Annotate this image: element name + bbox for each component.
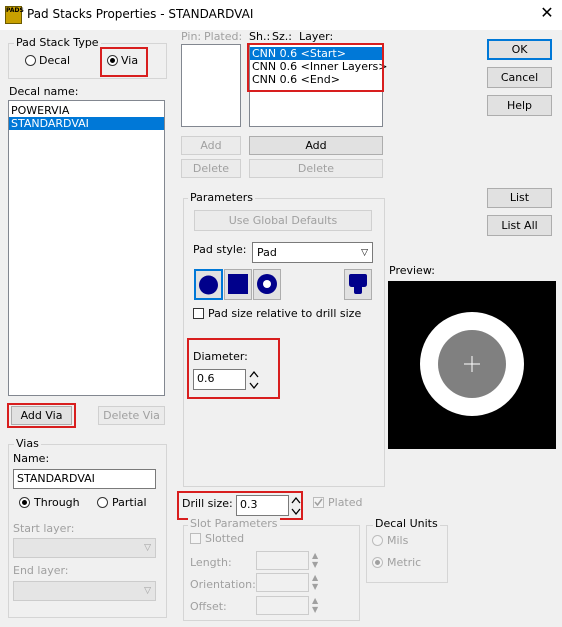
pads-app-icon: PADS — [5, 6, 24, 24]
layer-add-button[interactable]: Add — [249, 136, 383, 155]
pad-style-label: Pad style: — [193, 243, 247, 256]
offset-spinner[interactable]: ▲ ▼ — [312, 596, 318, 614]
start-layer-select[interactable]: ▽ — [13, 538, 156, 558]
pin-list[interactable] — [181, 44, 241, 127]
diameter-spinner[interactable] — [249, 369, 259, 391]
pad-preview-icon — [420, 312, 524, 416]
chevron-down-icon: ▽ — [144, 543, 151, 553]
square-pad-icon — [228, 274, 248, 294]
decal-units-label: Decal Units — [373, 517, 440, 530]
via-name-label: Name: — [13, 452, 50, 465]
help-button[interactable]: Help — [487, 95, 552, 116]
add-via-button[interactable]: Add Via — [11, 406, 72, 425]
length-label: Length: — [190, 556, 232, 569]
preview-label: Preview: — [389, 264, 435, 277]
chevron-down-icon: ▽ — [144, 586, 151, 596]
pad-size-relative-label[interactable]: Pad size relative to drill size — [208, 307, 361, 320]
partial-radio[interactable] — [97, 497, 108, 508]
orientation-field[interactable] — [256, 573, 309, 592]
decal-list-item[interactable]: POWERVIA — [9, 104, 164, 117]
decal-radio[interactable] — [25, 55, 36, 66]
list-all-button[interactable]: List All — [487, 215, 552, 236]
plated-header: Plated: — [204, 30, 243, 43]
layers-highlight-box — [247, 43, 384, 92]
diameter-label: Diameter: — [193, 350, 248, 363]
via-radio-label[interactable]: Via — [121, 54, 138, 67]
annular-pad-icon — [257, 274, 277, 294]
annular-pad-button[interactable] — [253, 269, 281, 300]
decal-name-list[interactable]: POWERVIA STANDARDVAI — [8, 100, 165, 396]
odd-shape-pad-button[interactable] — [344, 269, 372, 300]
metric-label[interactable]: Metric — [387, 556, 421, 569]
drill-size-field[interactable]: 0.3 — [236, 495, 289, 516]
end-layer-select[interactable]: ▽ — [13, 581, 156, 601]
orientation-spinner[interactable]: ▲ ▼ — [312, 573, 318, 591]
mils-radio[interactable] — [372, 535, 383, 546]
preview-canvas — [388, 281, 556, 449]
drill-size-spinner[interactable] — [291, 495, 301, 517]
decal-radio-label[interactable]: Decal — [39, 54, 70, 67]
decal-name-label: Decal name: — [9, 85, 79, 98]
offset-label: Offset: — [190, 600, 227, 613]
delete-via-button[interactable]: Delete Via — [98, 406, 165, 425]
via-name-field[interactable]: STANDARDVAI — [13, 469, 156, 489]
offset-field[interactable] — [256, 596, 309, 615]
diameter-field[interactable]: 0.6 — [193, 369, 246, 390]
pad-style-select[interactable]: Pad ▽ — [252, 242, 373, 263]
pad-stack-type-label: Pad Stack Type — [14, 36, 101, 49]
via-radio[interactable] — [107, 55, 118, 66]
vias-group-label: Vias — [14, 437, 41, 450]
shape-header: Sh.: — [249, 30, 271, 43]
chevron-down-icon: ▽ — [361, 248, 368, 258]
odd-shape-pad-icon — [349, 274, 367, 294]
spin-arrows-icon — [291, 496, 301, 516]
use-global-defaults-button[interactable]: Use Global Defaults — [194, 210, 372, 231]
square-pad-button[interactable] — [224, 269, 252, 300]
through-radio[interactable] — [19, 497, 30, 508]
orientation-label: Orientation: — [190, 578, 256, 591]
cancel-button[interactable]: Cancel — [487, 67, 552, 88]
ok-button[interactable]: OK — [487, 39, 552, 60]
size-header: Sz.: — [272, 30, 292, 43]
layer-header: Layer: — [299, 30, 334, 43]
pin-add-button[interactable]: Add — [181, 136, 241, 155]
parameters-group-label: Parameters — [188, 191, 255, 204]
end-layer-label: End layer: — [13, 564, 69, 577]
close-icon[interactable]: ✕ — [538, 4, 556, 22]
decal-list-item-selected[interactable]: STANDARDVAI — [9, 117, 164, 130]
round-pad-button[interactable] — [194, 269, 223, 300]
layer-delete-button[interactable]: Delete — [249, 159, 383, 178]
slot-parameters-label: Slot Parameters — [188, 517, 280, 530]
pin-header: Pin: — [181, 30, 202, 43]
drill-size-label: Drill size: — [182, 497, 233, 510]
plated-checkbox[interactable] — [313, 497, 324, 508]
slotted-checkbox[interactable] — [190, 533, 201, 544]
slotted-label[interactable]: Slotted — [205, 532, 244, 545]
window-title: Pad Stacks Properties - STANDARDVAI — [27, 7, 254, 21]
start-layer-label: Start layer: — [13, 522, 75, 535]
length-spinner[interactable]: ▲ ▼ — [312, 551, 318, 569]
spin-arrows-icon — [249, 370, 259, 390]
list-button[interactable]: List — [487, 188, 552, 208]
pad-size-relative-checkbox[interactable] — [193, 308, 204, 319]
through-radio-label[interactable]: Through — [34, 496, 80, 509]
plated-label[interactable]: Plated — [328, 496, 363, 509]
round-pad-icon — [199, 275, 218, 295]
mils-label[interactable]: Mils — [387, 534, 408, 547]
checkmark-icon — [314, 498, 323, 507]
pin-delete-button[interactable]: Delete — [181, 159, 241, 178]
metric-radio[interactable] — [372, 557, 383, 568]
partial-radio-label[interactable]: Partial — [112, 496, 147, 509]
length-field[interactable] — [256, 551, 309, 570]
